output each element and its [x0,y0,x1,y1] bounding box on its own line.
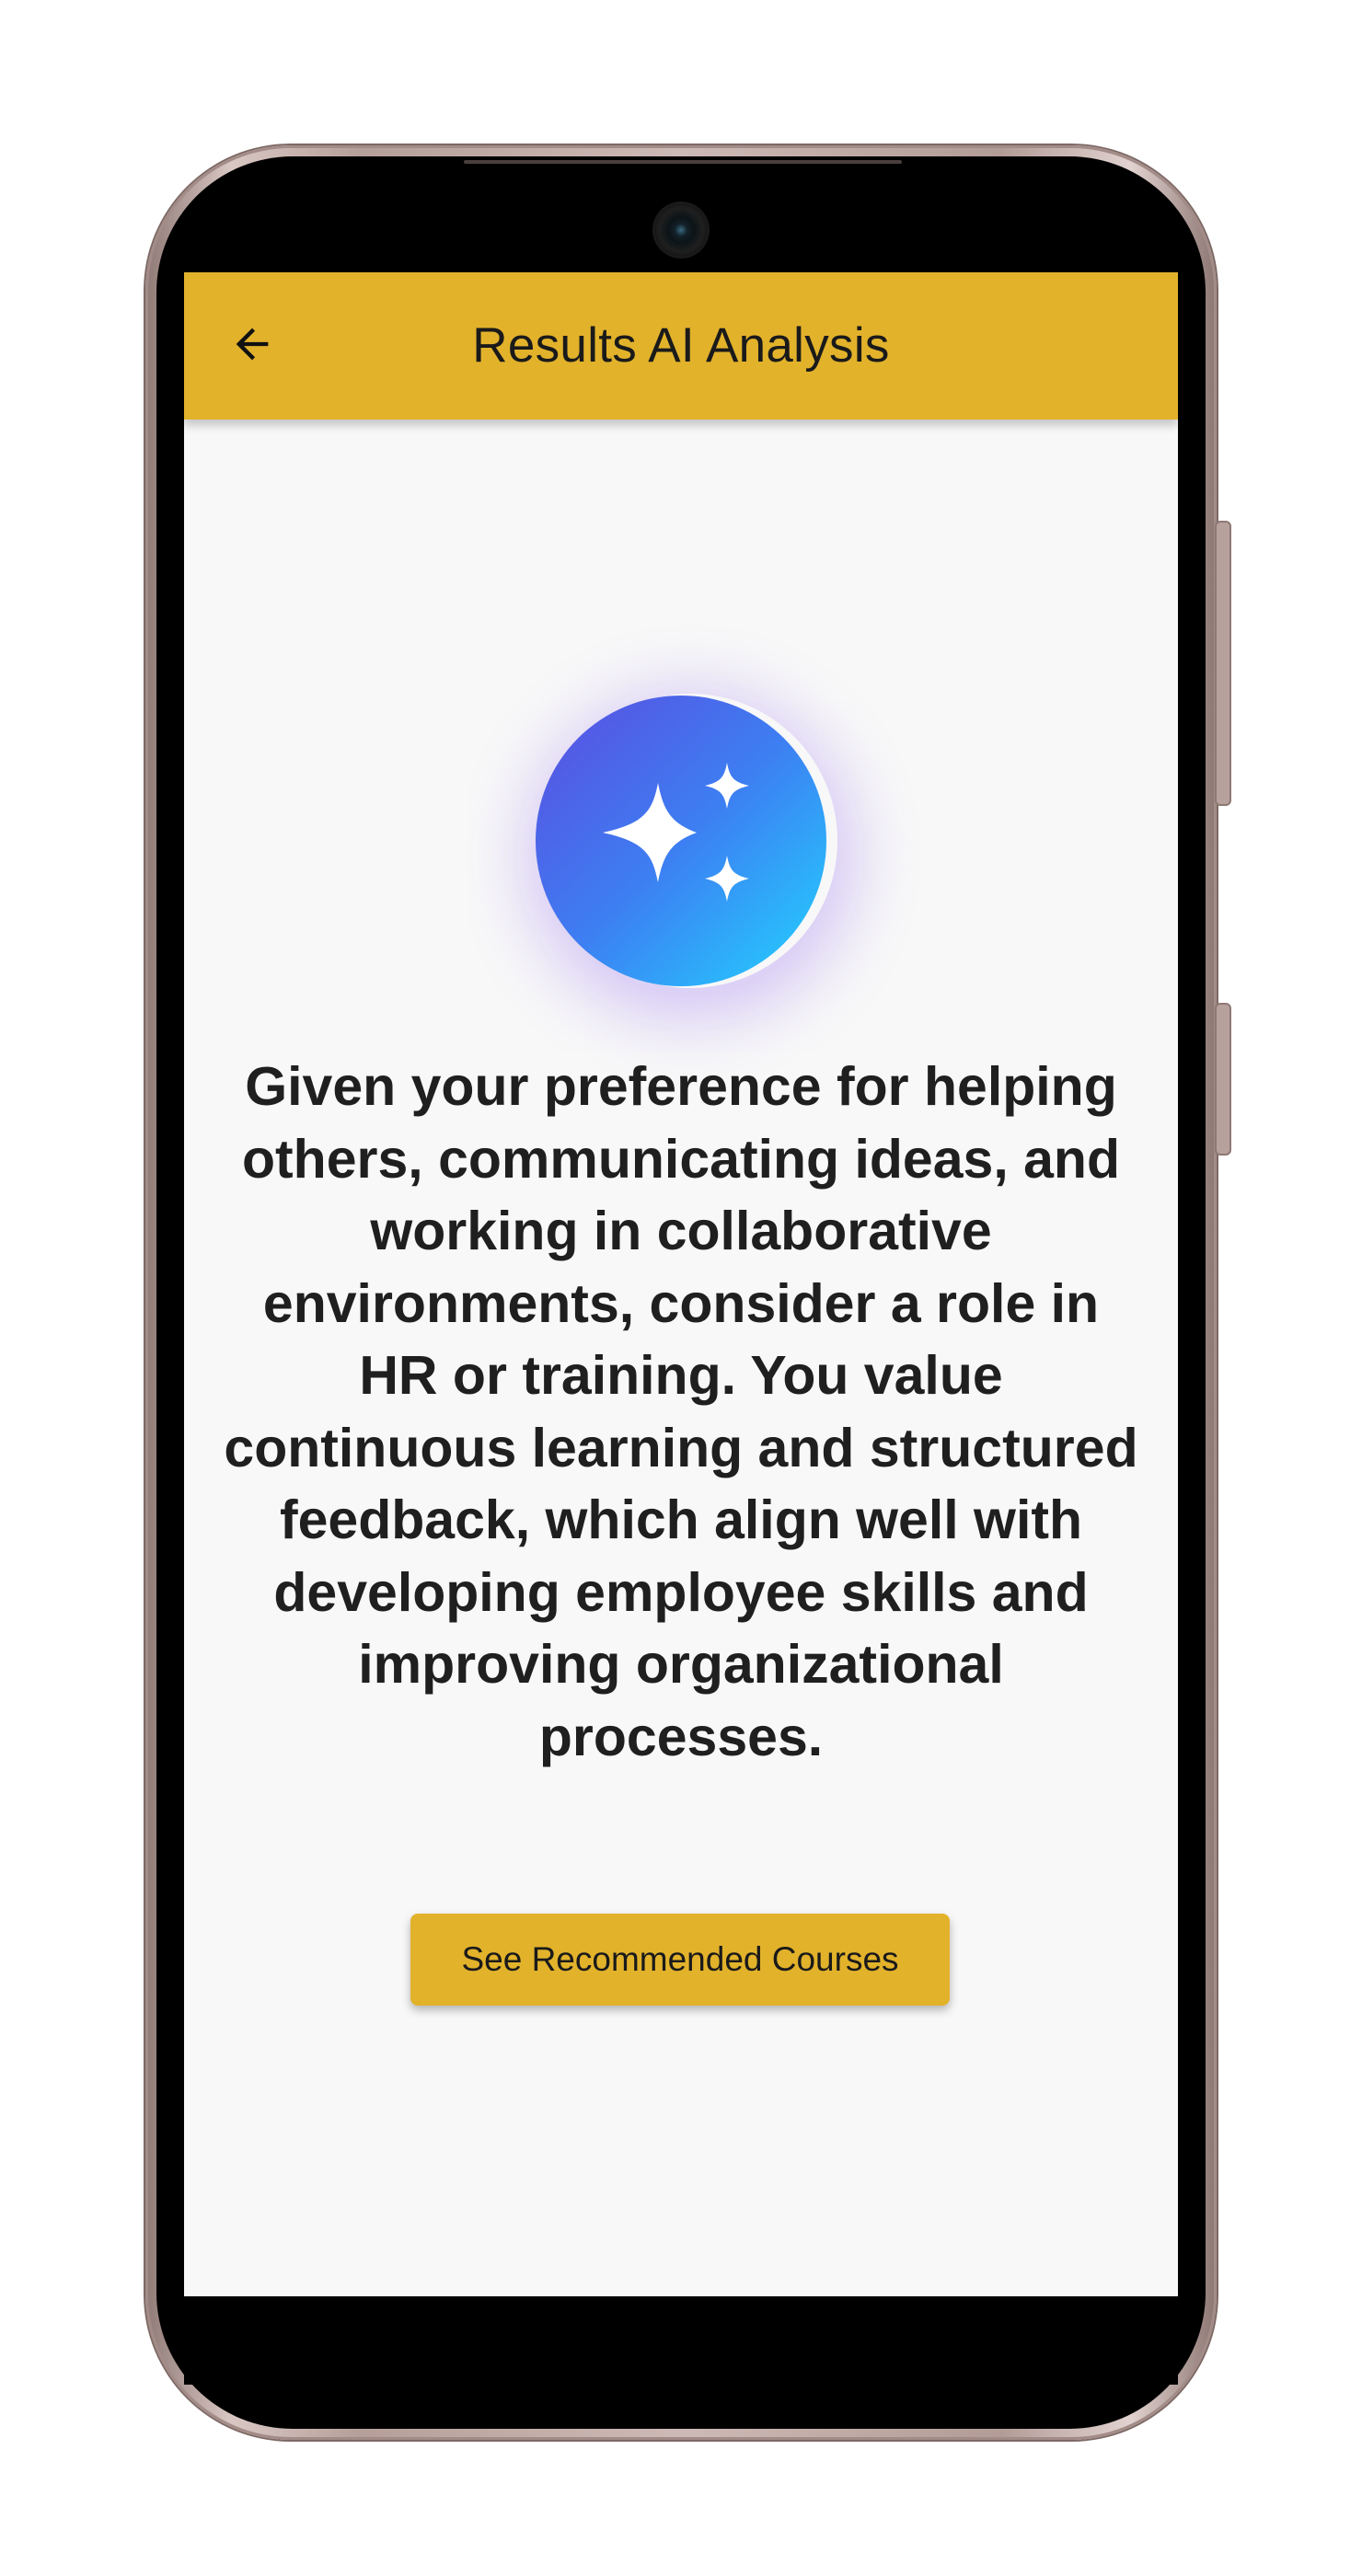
speaker-grille [464,160,902,164]
ai-badge [536,696,826,986]
device-mockup: Results AI Analysis Given your preferenc… [0,0,1362,2576]
navigation-bar [184,2296,1178,2385]
sparkles-icon [536,694,826,989]
page-title: Results AI Analysis [472,318,890,373]
power-button [1215,1003,1231,1156]
app-bar: Results AI Analysis [184,272,1178,420]
see-recommended-courses-button[interactable]: See Recommended Courses [410,1914,950,2006]
analysis-result-text: Given your preference for helping others… [224,1056,1138,1767]
camera-lens [675,224,687,236]
front-camera [655,204,707,256]
volume-button [1215,521,1231,806]
app-screen: Results AI Analysis Given your preferenc… [184,272,1178,2296]
